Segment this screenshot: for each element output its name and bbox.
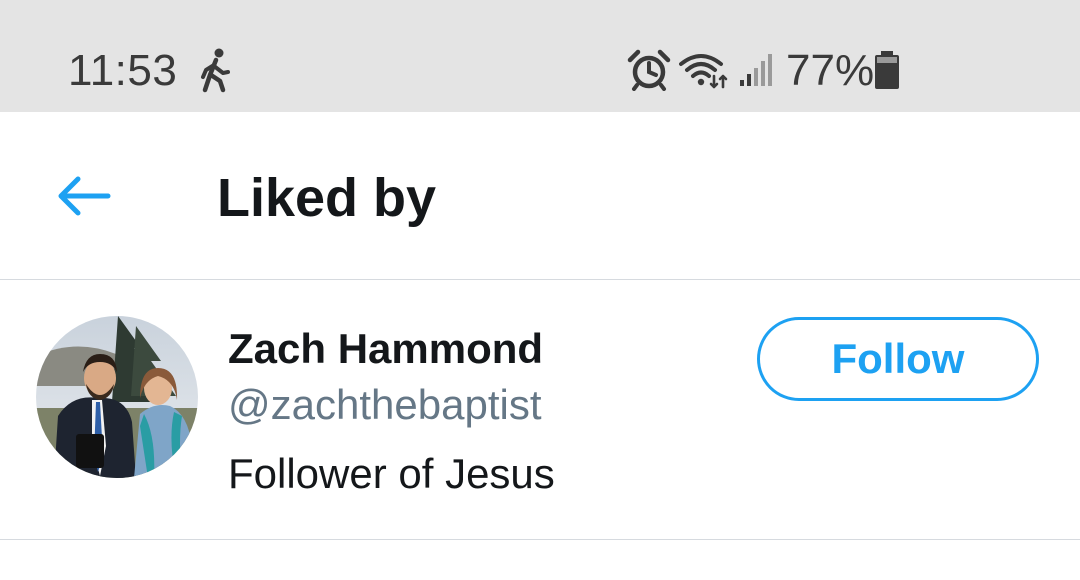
page-title: Liked by	[217, 168, 437, 228]
header: Liked by	[0, 112, 1080, 280]
user-handle: @zachthebaptist	[228, 381, 542, 428]
status-bar: 11:53 77%	[0, 0, 1080, 112]
battery-icon	[875, 51, 899, 89]
user-name[interactable]: Zach Hammond	[228, 325, 543, 373]
status-time: 11:53	[68, 46, 178, 95]
list-item[interactable]: Zach Hammond @zachthebaptist Follower of…	[0, 280, 1080, 540]
alarm-icon	[627, 49, 671, 91]
signal-icon	[740, 54, 772, 86]
follow-button[interactable]: Follow	[757, 317, 1039, 401]
walk-icon	[201, 48, 230, 93]
battery-percent: 77%	[786, 46, 875, 95]
wifi-icon	[679, 54, 728, 89]
avatar-photo	[36, 316, 198, 478]
avatar[interactable]	[36, 316, 198, 478]
back-arrow-icon[interactable]	[52, 170, 114, 222]
user-bio: Follower of Jesus	[228, 450, 555, 497]
